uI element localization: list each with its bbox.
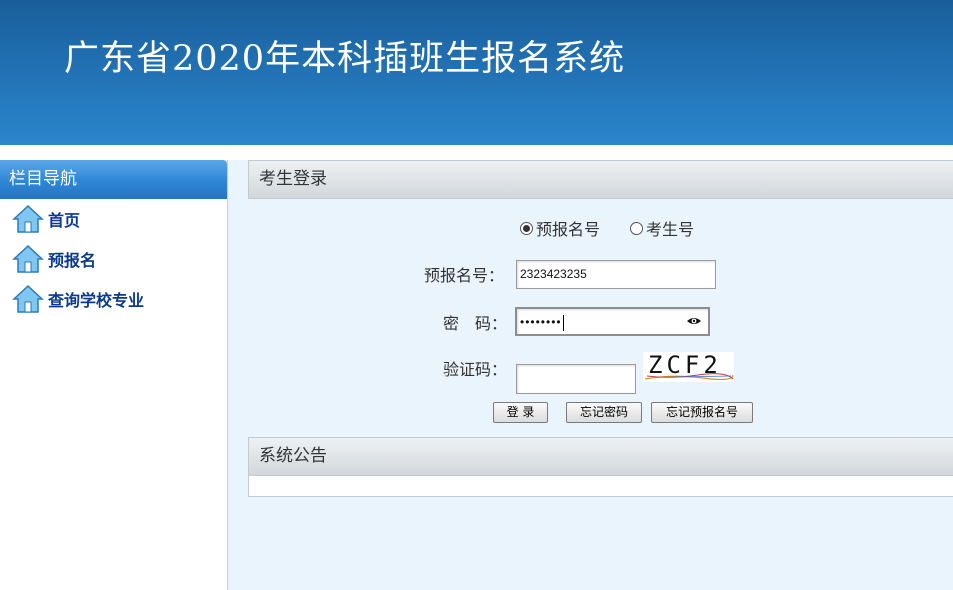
- captcha-text: ZCF2: [648, 352, 722, 379]
- radio-unselected-icon: [630, 221, 644, 235]
- radio-label: 预报名号: [536, 220, 601, 239]
- sidebar-item-label: 预报名: [48, 251, 97, 270]
- forgot-password-button[interactable]: 忘记密码: [566, 402, 642, 423]
- house-icon: [12, 204, 44, 233]
- sidebar-item-label: 查询学校专业: [48, 291, 145, 310]
- text-caret: [562, 314, 564, 331]
- header-banner: 广东省2020年本科插班生报名系统: [0, 0, 953, 145]
- radio-prereg-number[interactable]: 预报名号: [520, 216, 600, 240]
- sidebar: 栏目导航 首页 预报名 查询学校专业: [0, 160, 228, 590]
- prereg-number-label: 预报名号：: [424, 266, 505, 285]
- house-icon: [12, 284, 44, 313]
- login-panel-title: 考生登录: [248, 160, 953, 199]
- sidebar-item-query-school[interactable]: 查询学校专业: [0, 279, 227, 319]
- sidebar-item-label: 首页: [48, 211, 81, 230]
- radio-selected-icon: [520, 221, 533, 235]
- radio-label: 考生号: [646, 220, 695, 239]
- login-type-radio-group: 预报名号 考生号: [520, 216, 694, 240]
- radio-candidate-number[interactable]: 考生号: [630, 216, 694, 240]
- password-value: ••••••••: [520, 315, 562, 329]
- eye-icon[interactable]: [686, 314, 702, 328]
- header-gap: [0, 145, 953, 160]
- password-input[interactable]: ••••••••: [515, 307, 710, 336]
- notice-content: [248, 476, 953, 497]
- sidebar-item-prereg[interactable]: 预报名: [0, 239, 227, 279]
- password-label: 密 码：: [443, 314, 508, 333]
- sidebar-title: 栏目导航: [0, 160, 227, 199]
- captcha-input[interactable]: [516, 364, 636, 394]
- login-button[interactable]: 登 录: [493, 402, 548, 423]
- notice-panel-title: 系统公告: [248, 437, 953, 476]
- captcha-label: 验证码：: [443, 360, 508, 379]
- sidebar-item-home[interactable]: 首页: [0, 199, 227, 239]
- forgot-prereg-number-button[interactable]: 忘记预报名号: [651, 402, 753, 423]
- site-title: 广东省2020年本科插班生报名系统: [64, 39, 626, 79]
- house-icon: [12, 244, 44, 273]
- prereg-number-input[interactable]: 2323423235: [516, 260, 716, 289]
- captcha-image[interactable]: ZCF2: [643, 352, 734, 382]
